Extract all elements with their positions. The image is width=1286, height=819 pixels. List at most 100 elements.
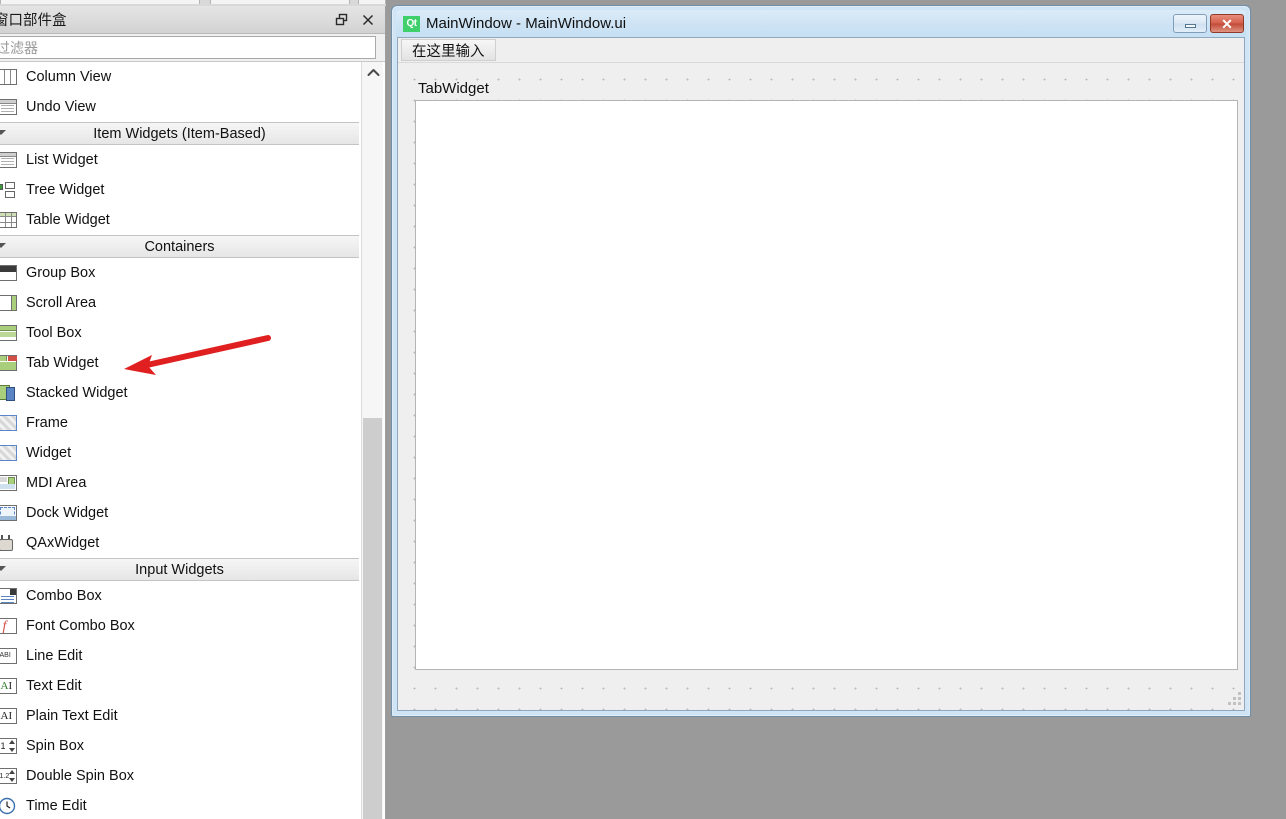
widget-item-label: List Widget <box>26 152 98 168</box>
widget-section-header[interactable]: Input Widgets <box>0 558 359 581</box>
widget-item-table-widget[interactable]: Table Widget <box>0 205 361 235</box>
widget-list-scroll-area: Column View Undo View Item Widgets (Item-B… <box>0 61 385 819</box>
list-widget-icon <box>0 150 18 170</box>
line-edit-icon: ABI <box>0 646 18 666</box>
widget-item-label: Tree Widget <box>26 182 105 198</box>
widget-item-tree-widget[interactable]: Tree Widget <box>0 175 361 205</box>
section-label: Containers <box>144 238 215 255</box>
widget-item-label: Dock Widget <box>26 505 109 521</box>
qax-widget-icon <box>0 533 18 553</box>
tab-widget[interactable]: TabWidget <box>415 76 1238 670</box>
close-icon[interactable] <box>355 8 381 32</box>
widget-item-label: Tab Widget <box>26 355 99 371</box>
widget-item-font-combo-box[interactable]: f Font Combo Box <box>0 611 361 641</box>
tree-widget-icon <box>0 180 18 200</box>
widget-item-label: Stacked Widget <box>26 385 128 401</box>
widget-item-line-edit[interactable]: ABI Line Edit <box>0 641 361 671</box>
chevron-down-icon[interactable] <box>0 243 6 248</box>
mdi-area-icon <box>0 473 18 493</box>
widget-item-label: Undo View <box>26 99 96 115</box>
widget-item-label: Group Box <box>26 265 96 281</box>
filter-input[interactable] <box>0 36 376 59</box>
toolbar-segment-1 <box>0 0 200 4</box>
undo-view-icon <box>0 97 18 117</box>
section-label: Input Widgets <box>135 561 224 578</box>
widget-item-text-edit[interactable]: A I Text Edit <box>0 671 361 701</box>
close-icon: ✕ <box>1221 15 1233 32</box>
chevron-down-icon[interactable] <box>0 566 6 571</box>
widget-section-header[interactable]: Containers <box>0 235 359 258</box>
designer-form-canvas[interactable]: TabWidget <box>398 63 1244 710</box>
widget-item-label: Column View <box>26 69 112 85</box>
dock-title: 窗口部件盒 <box>0 13 67 29</box>
widget-item-label: Frame <box>26 415 68 431</box>
table-widget-icon <box>0 210 18 230</box>
widget-item-double-spin-box[interactable]: 1.2 Double Spin Box <box>0 761 361 791</box>
tab-widget-icon <box>0 353 18 373</box>
widget-item-tab-widget[interactable]: Tab Widget <box>0 348 361 378</box>
widget-item-label: Combo Box <box>26 588 102 604</box>
widget-item-qaxwidget[interactable]: QAxWidget <box>0 528 361 558</box>
widget-item-label: Line Edit <box>26 648 83 664</box>
widget-item-scroll-area[interactable]: Scroll Area <box>0 288 361 318</box>
widget-item-plain-text-edit[interactable]: A I Plain Text Edit <box>0 701 361 731</box>
filter-row <box>0 34 385 61</box>
restore-icon[interactable] <box>329 8 355 32</box>
group-box-icon <box>0 263 18 283</box>
tab-bar[interactable]: TabWidget <box>415 76 1238 100</box>
size-grip[interactable] <box>1226 692 1241 707</box>
font-combo-box-icon: f <box>0 616 18 636</box>
widget-item-stacked-widget[interactable]: Stacked Widget <box>0 378 361 408</box>
dock-titlebar: 窗口部件盒 <box>0 6 385 34</box>
widget-item-time-edit[interactable]: Time Edit <box>0 791 361 819</box>
mainwindow-title: MainWindow - MainWindow.ui <box>426 15 627 32</box>
close-button[interactable]: ✕ <box>1210 14 1244 33</box>
widget-list-scrollbar[interactable] <box>361 62 383 819</box>
widget-item-group-box[interactable]: Group Box <box>0 258 361 288</box>
widget-item-label: Plain Text Edit <box>26 708 118 724</box>
widget-item-spin-box[interactable]: 1 Spin Box <box>0 731 361 761</box>
widget-item-label: MDI Area <box>26 475 87 491</box>
chevron-up-icon[interactable] <box>362 62 384 82</box>
column-view-icon <box>0 67 18 87</box>
tab-tabwidget[interactable]: TabWidget <box>415 80 495 100</box>
double-spin-box-icon: 1.2 <box>0 766 18 786</box>
widget-item-combo-box[interactable]: Combo Box <box>0 581 361 611</box>
widget-item-tool-box[interactable]: Tool Box <box>0 318 361 348</box>
menubar: 在这里输入 <box>398 38 1244 63</box>
widget-item-label: Double Spin Box <box>26 768 135 784</box>
text-edit-icon: AI <box>0 676 18 696</box>
scrollbar-thumb[interactable] <box>363 418 382 819</box>
widget-item-frame[interactable]: Frame <box>0 408 361 438</box>
widget-item-label: Scroll Area <box>26 295 97 311</box>
time-edit-icon <box>0 796 18 816</box>
widget-item-undo-view[interactable]: Undo View <box>0 92 361 122</box>
tool-box-icon <box>0 323 18 343</box>
widget-section-header[interactable]: Item Widgets (Item-Based) <box>0 122 359 145</box>
widget-box-dock: 窗口部件盒 Column View Undo View Item Widgets (… <box>0 6 386 819</box>
frame-icon <box>0 413 18 433</box>
stacked-widget-icon <box>0 383 18 403</box>
qt-logo-icon: Qt <box>403 15 420 32</box>
widget-item-label: Table Widget <box>26 212 110 228</box>
minimize-button[interactable] <box>1173 14 1207 33</box>
dock-widget-icon <box>0 503 18 523</box>
menubar-placeholder-item[interactable]: 在这里输入 <box>401 39 496 61</box>
scroll-area-icon <box>0 293 18 313</box>
plain-text-edit-icon: AI <box>0 706 18 726</box>
widget-item-mdi-area[interactable]: MDI Area <box>0 468 361 498</box>
widget-item-label: Widget <box>26 445 72 461</box>
minimize-icon <box>1184 24 1196 28</box>
tab-page-content[interactable] <box>415 100 1238 670</box>
mainwindow-titlebar: Qt MainWindow - MainWindow.ui ✕ <box>396 10 1246 37</box>
widget-list: Column View Undo View Item Widgets (Item-B… <box>0 62 361 819</box>
widget-item-widget[interactable]: Widget <box>0 438 361 468</box>
widget-item-column-view[interactable]: Column View <box>0 62 361 92</box>
widget-item-list-widget[interactable]: List Widget <box>0 145 361 175</box>
chevron-down-icon[interactable] <box>0 130 6 135</box>
widget-item-label: Text Edit <box>26 678 82 694</box>
widget-item-dock-widget[interactable]: Dock Widget <box>0 498 361 528</box>
section-label: Item Widgets (Item-Based) <box>93 125 266 142</box>
widget-item-label: Font Combo Box <box>26 618 135 634</box>
toolbar-segment-3 <box>358 0 386 4</box>
